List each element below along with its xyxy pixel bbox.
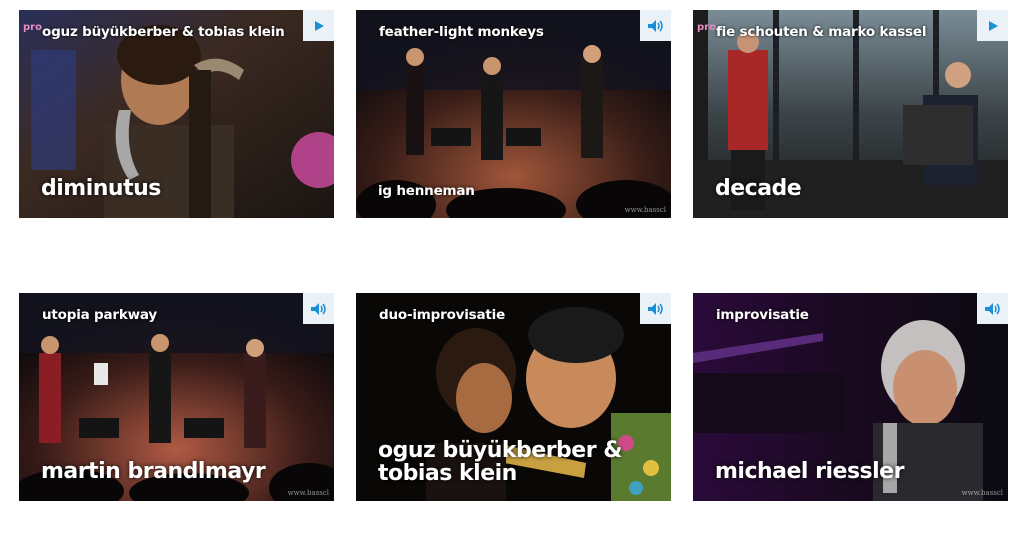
play-button[interactable] [977, 10, 1008, 41]
pro-label: pro [23, 22, 42, 33]
video-tile-ig-henneman[interactable]: feather-light monkeys ig henneman www.ba… [356, 10, 671, 218]
audio-button[interactable] [640, 293, 671, 324]
video-tile-duo-improvisatie[interactable]: duo-improvisatie oguz büyükberber & tobi… [356, 293, 671, 501]
play-icon [314, 20, 324, 31]
tile-title: improvisatie [716, 307, 809, 323]
audio-button[interactable] [303, 293, 334, 324]
watermark: www.basscl [287, 489, 329, 497]
watermark: www.basscl [624, 206, 666, 214]
speaker-icon [310, 302, 326, 315]
tile-title: utopia parkway [42, 307, 158, 323]
speaker-icon [647, 19, 663, 32]
video-tile-martin-brandlmayr[interactable]: utopia parkway martin brandlmayr www.bas… [19, 293, 334, 501]
video-tile-michael-riessler[interactable]: improvisatie michael riessler www.basscl [693, 293, 1008, 501]
audio-button[interactable] [640, 10, 671, 41]
play-icon [988, 20, 998, 31]
tile-subtitle: decade [715, 175, 802, 201]
tile-subtitle: ig henneman [378, 182, 475, 199]
tile-subtitle: oguz büyükberber & tobias klein [378, 437, 622, 486]
tile-title: duo-improvisatie [379, 307, 506, 323]
tile-title: feather-light monkeys [379, 24, 544, 40]
watermark: www.basscl [961, 489, 1003, 497]
tile-subtitle: michael riessler [715, 458, 904, 484]
tile-subtitle: martin brandlmayr [41, 458, 266, 484]
speaker-icon [647, 302, 663, 315]
pro-label: pro [697, 22, 716, 33]
video-tile-diminutus[interactable]: pro oguz büyükberber & tobias klein dimi… [19, 10, 334, 218]
play-button[interactable] [303, 10, 334, 41]
video-tile-decade[interactable]: pro fie schouten & marko kassel decade [693, 10, 1008, 218]
tile-title: fie schouten & marko kassel [716, 24, 927, 40]
audio-button[interactable] [977, 293, 1008, 324]
tile-title: oguz büyükberber & tobias klein [42, 24, 285, 40]
speaker-icon [984, 302, 1000, 315]
tile-subtitle: diminutus [41, 175, 161, 201]
